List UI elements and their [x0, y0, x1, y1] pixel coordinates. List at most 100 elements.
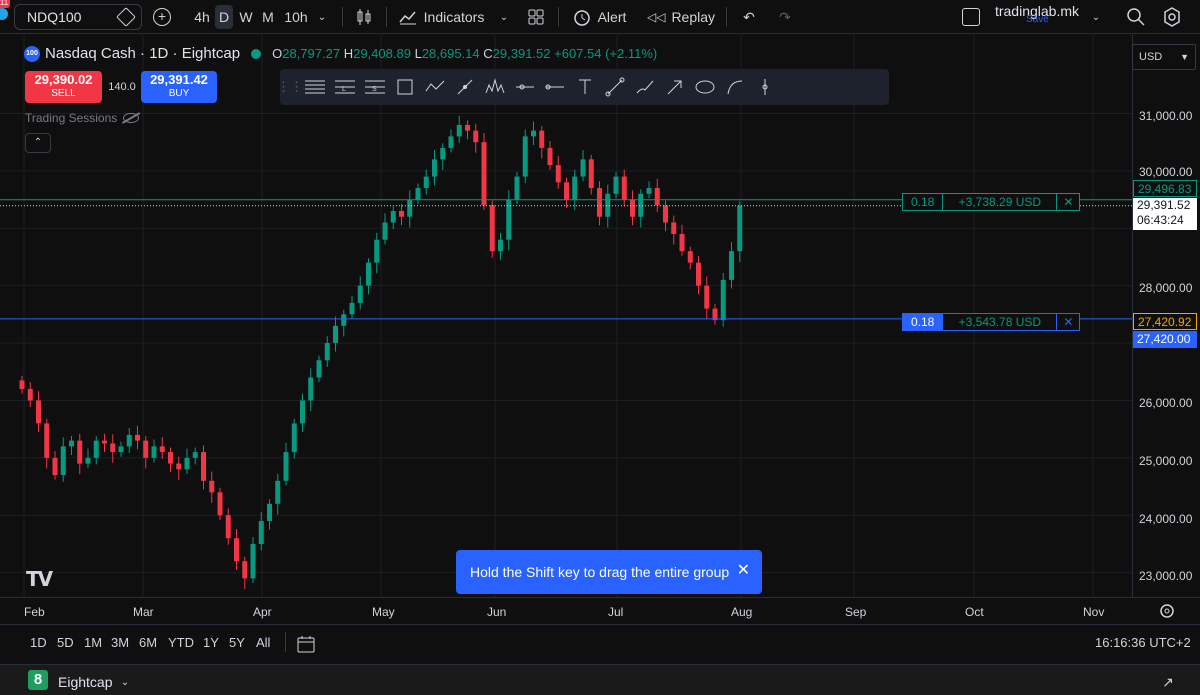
ohlc-change: +607.54 (+2.11%) — [554, 46, 658, 61]
alert-button[interactable]: Alert — [568, 5, 630, 29]
ellipse-icon — [695, 80, 715, 94]
time-axis[interactable] — [0, 597, 1200, 623]
layout-save-toggle[interactable] — [960, 5, 982, 29]
top-toolbar: 11 NDQ100 + 4h D W M 10h ⌄ Indicators ⌄ … — [0, 0, 1200, 34]
quick-search-button[interactable] — [1124, 5, 1148, 29]
broker-name[interactable]: Eightcap — [58, 674, 112, 690]
candle-body — [704, 285, 710, 309]
horizontal-line-tool[interactable] — [540, 72, 570, 102]
broker-dropdown-chevron-icon[interactable]: ⌄ — [118, 670, 132, 694]
compare-symbol-button[interactable]: + — [150, 5, 174, 29]
bar-countdown: 06:43:24 — [1137, 213, 1184, 227]
horizontal-ray-tool[interactable] — [510, 72, 540, 102]
undo-button[interactable]: ↶ — [738, 5, 760, 29]
undo-icon: ↶ — [743, 8, 755, 25]
close-order-icon[interactable]: ✕ — [1057, 314, 1079, 330]
go-to-date-button[interactable] — [294, 632, 318, 656]
trend-line-tool[interactable] — [600, 72, 630, 102]
maximize-panel-button[interactable]: ↗ — [1158, 670, 1178, 694]
range-3m[interactable]: 3M — [111, 635, 129, 650]
fib-retracement-tool[interactable] — [300, 72, 330, 102]
replay-button[interactable]: ◁◁ Replay — [646, 5, 716, 29]
tradingview-logo[interactable]: TV — [26, 567, 53, 591]
candle-body — [564, 182, 569, 200]
candle-body — [522, 136, 528, 177]
order-label-upper[interactable]: 0.18 +3,738.29 USD ✕ — [902, 193, 1081, 211]
layout-dropdown-chevron-icon[interactable]: ⌄ — [1088, 5, 1104, 29]
candle-body — [621, 176, 627, 200]
timeframe-m[interactable]: M — [259, 5, 277, 29]
layout-grid-button[interactable] — [524, 5, 548, 29]
buy-button[interactable]: 29,391.42 BUY — [141, 71, 217, 103]
timeframe-4h[interactable]: 4h — [190, 5, 214, 29]
close-icon[interactable]: ✕ — [737, 560, 750, 580]
sell-button[interactable]: 29,390.02 SELL — [25, 71, 102, 103]
currency-select[interactable]: USD ▼ — [1132, 44, 1196, 70]
ohlc-values: O28,797.27 H29,408.89 L28,695.14 C29,391… — [272, 46, 657, 61]
candle-body — [250, 543, 256, 579]
range-ytd[interactable]: YTD — [168, 635, 194, 650]
order-label-lower[interactable]: 0.18 +3,543.78 USD ✕ — [902, 313, 1081, 331]
chart-pane[interactable]: 100 Nasdaq Cash · 1D · Eightcap O28,797.… — [0, 35, 1132, 597]
collapse-legend-button[interactable]: ⌃ — [25, 133, 51, 153]
brush-tool[interactable] — [630, 72, 660, 102]
curve-tool[interactable] — [720, 72, 750, 102]
clock-timezone[interactable]: 16:16:36 UTC+2 — [1095, 635, 1191, 650]
record-indicator-icon[interactable] — [0, 6, 10, 22]
text-tool[interactable] — [570, 72, 600, 102]
range-1y[interactable]: 1Y — [203, 635, 219, 650]
save-status[interactable]: Save — [1026, 14, 1049, 25]
symbol-info-icon[interactable] — [116, 7, 136, 27]
range-all[interactable]: All — [256, 635, 270, 650]
buy-label: BUY — [168, 88, 190, 99]
timeframe-10h[interactable]: 10h — [282, 5, 310, 29]
range-1d[interactable]: 1D — [30, 635, 47, 650]
axis-settings-button[interactable] — [1156, 601, 1178, 621]
vertical-line-tool[interactable] — [750, 72, 780, 102]
candle-body — [382, 222, 388, 240]
short-position-tool[interactable]: S — [360, 72, 390, 102]
indicators-button[interactable]: Indicators — [396, 5, 486, 29]
candle-body — [168, 452, 173, 464]
trend-angle-tool[interactable] — [450, 72, 480, 102]
candle-body — [258, 520, 264, 544]
symbol-search-input[interactable]: NDQ100 — [14, 4, 142, 30]
close-order-icon[interactable]: ✕ — [1057, 194, 1079, 210]
legend-title[interactable]: Nasdaq Cash · 1D · Eightcap — [45, 45, 240, 62]
order-price-tag: 29,496.83 — [1133, 180, 1197, 197]
spread-value: 140.0 — [108, 81, 136, 93]
timeframe-dropdown-chevron-icon[interactable]: ⌄ — [314, 5, 330, 29]
eye-off-icon[interactable] — [123, 113, 140, 123]
ohlc-open-key: O — [272, 46, 283, 61]
indicators-dropdown-chevron-icon[interactable]: ⌄ — [496, 5, 512, 29]
symbol-label: NDQ100 — [27, 9, 82, 25]
ellipse-tool[interactable] — [690, 72, 720, 102]
timeframe-w[interactable]: W — [237, 5, 255, 29]
arrow-tool[interactable] — [660, 72, 690, 102]
range-1m[interactable]: 1M — [84, 635, 102, 650]
candle-body — [572, 176, 578, 200]
drag-handle-icon[interactable]: ⋮⋮ — [277, 72, 303, 102]
candle-body — [126, 434, 132, 447]
trend-angle-icon — [457, 79, 473, 95]
long-position-tool[interactable]: L — [330, 72, 360, 102]
trading-sessions-indicator[interactable]: Trading Sessions — [25, 111, 140, 125]
broker-logo: 8 — [28, 670, 48, 690]
trend-line-icon — [605, 77, 625, 97]
price-tick: 30,000.00 — [1139, 165, 1193, 179]
range-5d[interactable]: 5D — [57, 635, 74, 650]
range-5y[interactable]: 5Y — [229, 635, 245, 650]
candle-type-button[interactable] — [352, 5, 376, 29]
pattern-tool[interactable] — [480, 72, 510, 102]
ohlc-open-value: 28,797.27 — [282, 46, 341, 61]
zigzag-icon — [425, 80, 445, 92]
redo-button[interactable]: ↷ — [774, 5, 796, 29]
candle-body — [415, 188, 421, 200]
order-pnl: +3,543.78 USD — [943, 314, 1058, 330]
timeframe-d[interactable]: D — [215, 5, 233, 29]
redo-icon: ↷ — [779, 8, 791, 25]
settings-button[interactable] — [1160, 5, 1184, 29]
rectangle-tool[interactable] — [390, 72, 420, 102]
path-tool[interactable] — [420, 72, 450, 102]
range-6m[interactable]: 6M — [139, 635, 157, 650]
